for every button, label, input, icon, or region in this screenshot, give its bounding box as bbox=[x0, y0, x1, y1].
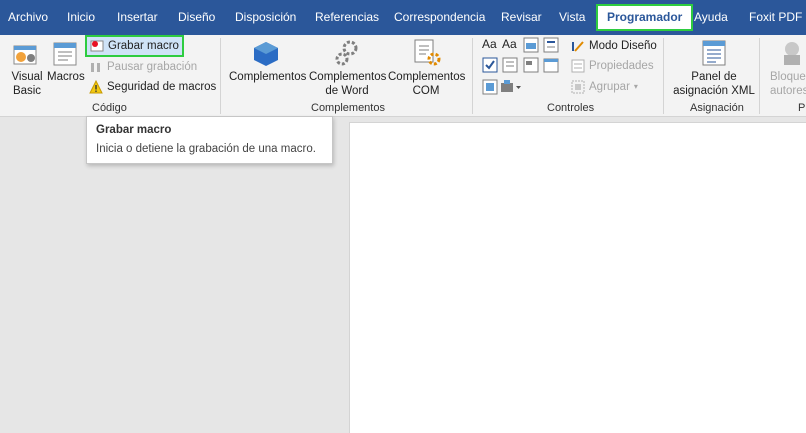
modo-diseno-button[interactable]: Modo Diseño bbox=[571, 37, 657, 55]
group-label-codigo: Código bbox=[92, 102, 127, 114]
pausar-grabacion-button[interactable]: Pausar grabación bbox=[89, 58, 197, 76]
tab-inicio[interactable]: Inicio bbox=[67, 0, 95, 35]
group-label-controles: Controles bbox=[547, 102, 595, 114]
seguridad-macros-button[interactable]: Seguridad de macros bbox=[89, 78, 216, 96]
seguridad-macros-label: Seguridad de macros bbox=[107, 81, 217, 93]
complementos-word-icon[interactable] bbox=[332, 38, 362, 68]
warning-icon bbox=[89, 80, 103, 94]
tab-disposicion[interactable]: Disposición bbox=[235, 0, 296, 35]
complementos-word-button[interactable]: Complementos de Word bbox=[309, 70, 386, 98]
pause-icon bbox=[91, 63, 100, 72]
tab-archivo[interactable]: Archivo bbox=[8, 0, 48, 35]
dropdown-control-icon[interactable] bbox=[523, 57, 539, 73]
tooltip-description: Inicia o detiene la grabación de una mac… bbox=[96, 143, 316, 155]
pausar-grabacion-label: Pausar grabación bbox=[107, 61, 198, 73]
panel-asignacion-xml-button[interactable]: Panel de asignación XML bbox=[672, 70, 756, 98]
chevron-down-icon: ▾ bbox=[633, 82, 638, 91]
plain-text-control-icon[interactable]: Aa bbox=[502, 37, 517, 51]
lock-icon[interactable] bbox=[778, 39, 806, 67]
agrupar-button[interactable]: Agrupar ▾ bbox=[571, 78, 638, 96]
bloquear-autores-button[interactable]: Bloquear autores bbox=[770, 70, 806, 98]
picture-control-icon[interactable] bbox=[523, 37, 539, 53]
tab-revisar[interactable]: Revisar bbox=[501, 0, 542, 35]
visual-basic-button[interactable]: Visual Basic bbox=[11, 70, 43, 98]
agrupar-label: Agrupar bbox=[589, 81, 630, 93]
document-page[interactable] bbox=[349, 122, 806, 433]
complementos-button[interactable]: Complementos bbox=[229, 70, 306, 84]
repeating-section-control-icon[interactable] bbox=[482, 79, 498, 95]
tooltip-title: Grabar macro bbox=[96, 124, 172, 136]
rich-text-control-icon[interactable]: Aa bbox=[482, 37, 497, 51]
grabar-macro-label: Grabar macro bbox=[108, 40, 179, 52]
tab-diseno[interactable]: Diseño bbox=[178, 0, 215, 35]
complementos-icon[interactable] bbox=[252, 40, 280, 68]
group-separator bbox=[220, 38, 221, 114]
propiedades-button[interactable]: Propiedades bbox=[571, 57, 654, 75]
tab-programador[interactable]: Programador bbox=[596, 4, 694, 31]
group-separator bbox=[759, 38, 760, 114]
grabar-macro-button[interactable]: Grabar macro bbox=[85, 35, 184, 57]
complementos-com-button[interactable]: Complementos COM bbox=[388, 70, 465, 98]
group-icon bbox=[571, 80, 585, 94]
complementos-com-icon[interactable] bbox=[412, 38, 442, 68]
propiedades-label: Propiedades bbox=[589, 60, 654, 72]
tab-referencias[interactable]: Referencias bbox=[315, 0, 379, 35]
record-macro-icon bbox=[90, 40, 104, 52]
macros-icon[interactable] bbox=[52, 40, 80, 68]
properties-icon bbox=[571, 59, 585, 73]
xml-mapping-pane-icon[interactable] bbox=[700, 39, 728, 67]
tooltip: Grabar macro Inicia o detiene la grabaci… bbox=[86, 116, 333, 164]
legacy-tools-icon[interactable] bbox=[500, 79, 522, 95]
date-picker-control-icon[interactable] bbox=[543, 57, 559, 73]
combo-box-control-icon[interactable] bbox=[502, 57, 518, 73]
group-separator bbox=[472, 38, 473, 114]
building-block-control-icon[interactable] bbox=[543, 37, 559, 53]
group-label-proteger: Pr bbox=[798, 102, 806, 114]
design-mode-icon bbox=[572, 41, 584, 52]
group-label-asignacion: Asignación bbox=[690, 102, 744, 114]
group-separator bbox=[663, 38, 664, 114]
tab-foxit-pdf[interactable]: Foxit PDF bbox=[749, 0, 802, 35]
macros-button[interactable]: Macros bbox=[47, 70, 85, 84]
visual-basic-icon[interactable] bbox=[12, 40, 40, 68]
ribbon-tab-bar: Archivo Inicio Insertar Diseño Disposici… bbox=[0, 0, 806, 35]
tab-ayuda[interactable]: Ayuda bbox=[694, 0, 728, 35]
tab-correspondencia[interactable]: Correspondencia bbox=[394, 0, 485, 35]
group-label-complementos: Complementos bbox=[311, 102, 385, 114]
tab-vista[interactable]: Vista bbox=[559, 0, 585, 35]
tab-insertar[interactable]: Insertar bbox=[117, 0, 158, 35]
checkbox-control-icon[interactable] bbox=[482, 57, 498, 73]
modo-diseno-label: Modo Diseño bbox=[589, 40, 657, 52]
